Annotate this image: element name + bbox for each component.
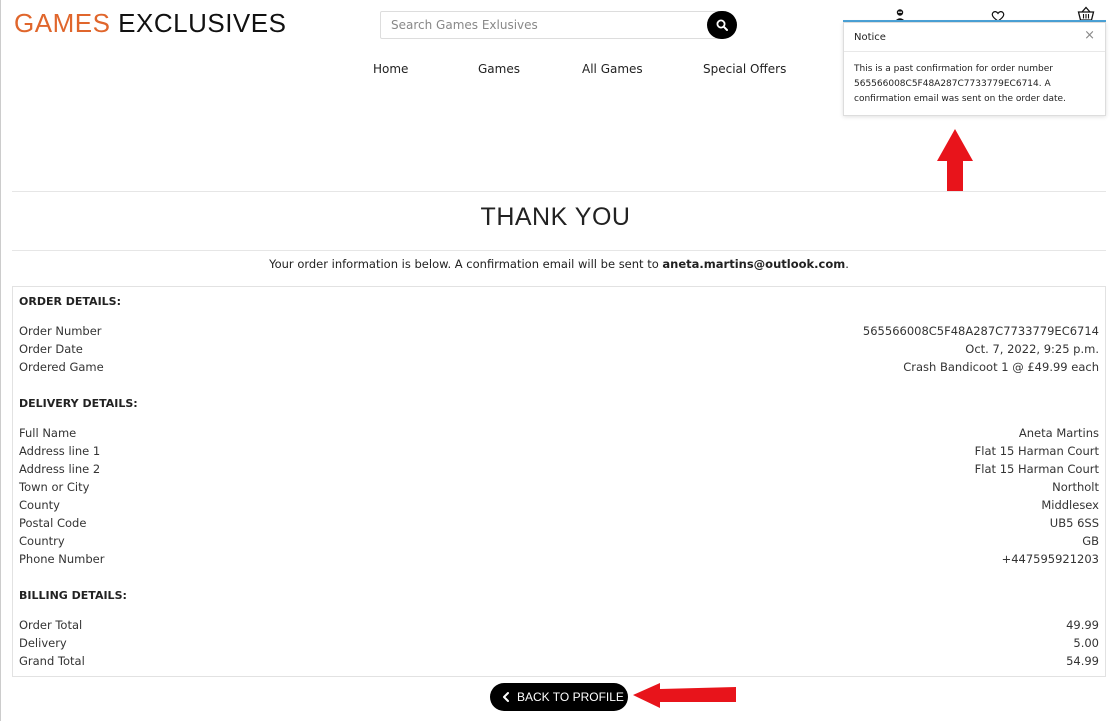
row-label: Address line 2	[19, 462, 101, 476]
info-prefix: Your order information is below. A confi…	[269, 257, 663, 271]
divider-top	[12, 191, 1106, 192]
row-value: Flat 15 Harman Court	[974, 444, 1099, 458]
row-value: Crash Bandicoot 1 @ £49.99 each	[903, 360, 1099, 374]
order-row: Ordered Game Crash Bandicoot 1 @ £49.99 e…	[19, 360, 1099, 378]
row-value: Northolt	[1052, 480, 1099, 494]
back-to-profile-button[interactable]: BACK TO PROFILE	[490, 683, 628, 711]
chevron-left-icon	[503, 692, 509, 702]
search-icon	[716, 19, 728, 31]
row-label: Grand Total	[19, 654, 85, 668]
row-label: Country	[19, 534, 65, 548]
nav-home[interactable]: Home	[373, 62, 408, 76]
delivery-row: Town or City Northolt	[19, 480, 1099, 498]
toast-message: This is a past confirmation for order nu…	[854, 64, 1066, 104]
billing-row: Delivery 5.00	[19, 636, 1099, 654]
row-label: County	[19, 498, 60, 512]
row-value: GB	[1082, 534, 1099, 548]
delivery-row: Postal Code UB5 6SS	[19, 516, 1099, 534]
search-bar	[380, 11, 737, 39]
row-value: +447595921203	[1001, 552, 1099, 566]
row-label: Address line 1	[19, 444, 101, 458]
nav-special-offers[interactable]: Special Offers	[703, 62, 786, 76]
search-input[interactable]	[380, 11, 720, 39]
page-title: THANK YOU	[480, 203, 631, 231]
notice-toast: Notice × This is a past confirmation for…	[843, 22, 1106, 116]
row-value: Oct. 7, 2022, 9:25 p.m.	[965, 342, 1099, 356]
nav-games[interactable]: Games	[478, 62, 520, 76]
nav-all-games[interactable]: All Games	[582, 62, 643, 76]
row-label: Delivery	[19, 636, 67, 650]
delivery-row: Full Name Aneta Martins	[19, 426, 1099, 444]
order-details-heading: ORDER DETAILS:	[19, 295, 121, 308]
toast-title: Notice	[854, 32, 886, 43]
row-label: Order Date	[19, 342, 83, 356]
row-value: Middlesex	[1041, 498, 1099, 512]
delivery-row: Address line 2 Flat 15 Harman Court	[19, 462, 1099, 480]
toast-close-button[interactable]: ×	[1084, 28, 1095, 43]
order-row: Order Date Oct. 7, 2022, 9:25 p.m.	[19, 342, 1099, 360]
row-value: 54.99	[1066, 654, 1099, 668]
up-arrow-annotation-icon	[937, 129, 973, 191]
delivery-row: Address line 1 Flat 15 Harman Court	[19, 444, 1099, 462]
billing-details-heading: BILLING DETAILS:	[19, 589, 127, 602]
logo-rest-text: EXCLUSIVES	[118, 8, 287, 38]
row-label: Postal Code	[19, 516, 87, 530]
billing-row: Grand Total 54.99	[19, 654, 1099, 672]
delivery-row: Phone Number +447595921203	[19, 552, 1099, 570]
row-value: 49.99	[1066, 618, 1099, 632]
row-label: Town or City	[19, 480, 90, 494]
toast-divider	[844, 51, 1105, 52]
search-button[interactable]	[707, 11, 737, 39]
row-label: Order Total	[19, 618, 83, 632]
row-label: Full Name	[19, 426, 77, 440]
row-value: 5.00	[1073, 636, 1099, 650]
order-summary-card: ORDER DETAILS: Order Number 565566008C5F4…	[12, 286, 1106, 677]
order-row: Order Number 565566008C5F48A287C7733779EC…	[19, 324, 1099, 342]
row-value: Aneta Martins	[1018, 426, 1099, 440]
delivery-details-heading: DELIVERY DETAILS:	[19, 397, 138, 410]
divider-bottom	[12, 250, 1106, 251]
row-label: Order Number	[19, 324, 102, 338]
page-left-border	[0, 0, 1, 721]
delivery-row: Country GB	[19, 534, 1099, 552]
delivery-row: County Middlesex	[19, 498, 1099, 516]
logo-brand-text: GAMES	[14, 8, 111, 38]
row-value: Flat 15 Harman Court	[974, 462, 1099, 476]
site-logo[interactable]: GAMES EXCLUSIVES	[14, 8, 286, 39]
row-label: Phone Number	[19, 552, 105, 566]
row-value: UB5 6SS	[1049, 516, 1099, 530]
row-label: Ordered Game	[19, 360, 104, 374]
left-arrow-annotation-icon	[633, 683, 736, 708]
back-to-profile-label: BACK TO PROFILE	[517, 690, 624, 704]
order-info-text: Your order information is below. A confi…	[0, 257, 1111, 271]
row-value: 565566008C5F48A287C7733779EC6714	[862, 324, 1099, 338]
billing-row: Order Total 49.99	[19, 618, 1099, 636]
info-suffix: .	[845, 257, 849, 271]
customer-email: aneta.martins@outlook.com	[662, 257, 846, 271]
